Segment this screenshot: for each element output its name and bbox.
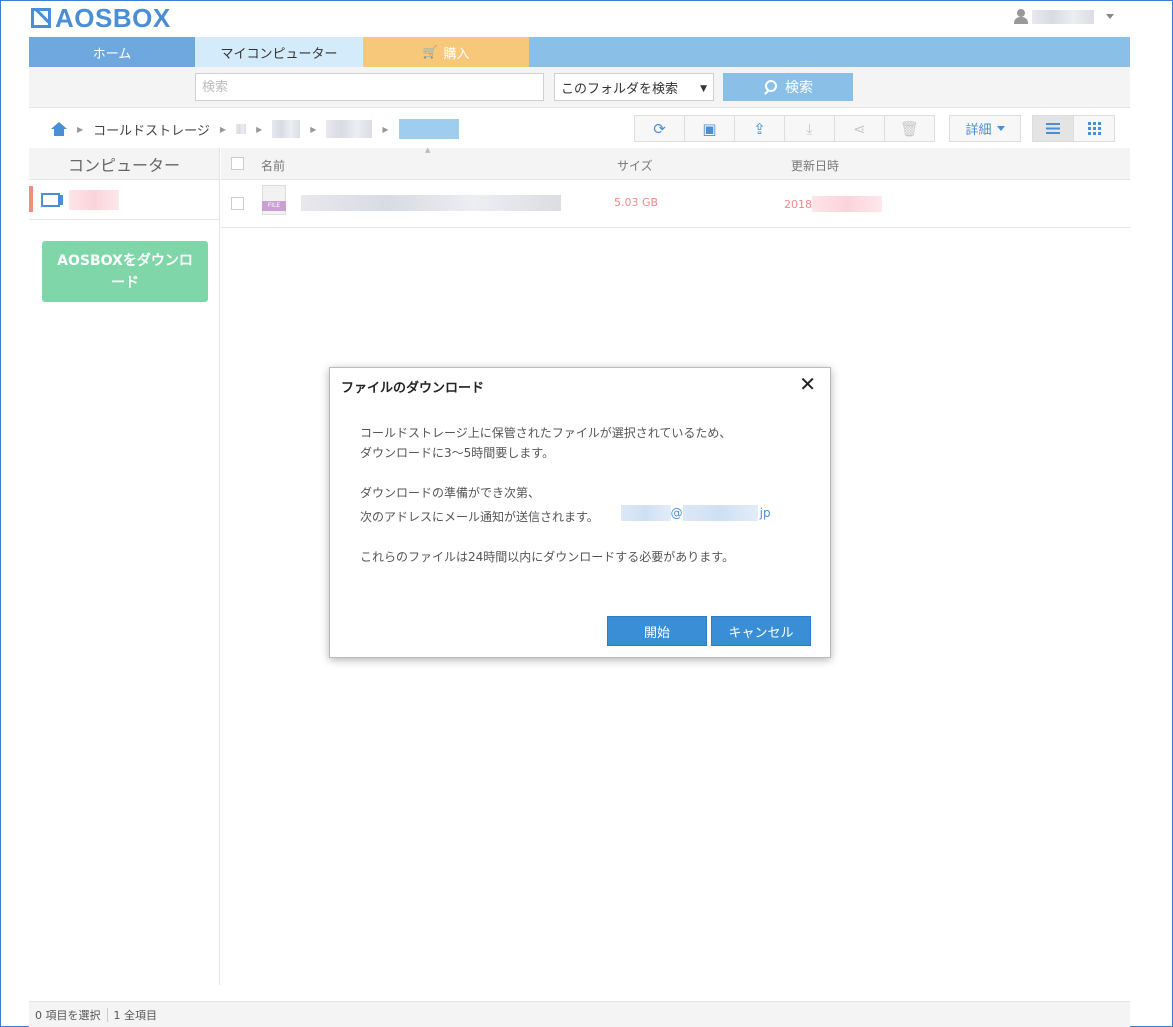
chevron-down-icon: [1106, 14, 1114, 19]
search-scope-select[interactable]: このフォルダを検索 ▼: [554, 73, 714, 101]
notification-email: @ jp: [620, 503, 771, 523]
breadcrumb-item-redacted[interactable]: [326, 120, 373, 138]
dialog-line-1: コールドストレージ上に保管されたファイルが選択されているため、: [360, 426, 732, 440]
delete-button[interactable]: 🗑: [884, 115, 935, 142]
trash-icon: 🗑: [899, 119, 920, 138]
sidebar-item-computer[interactable]: [29, 180, 219, 220]
download-dialog: ファイルのダウンロード ✕ コールドストレージ上に保管されたファイルが選択されて…: [329, 367, 831, 658]
dialog-line-3: ダウンロードの準備ができ次第、: [360, 486, 541, 500]
breadcrumb-current-folder: [398, 119, 459, 139]
email-at: @: [670, 506, 683, 520]
refresh-icon: ⟳: [653, 119, 666, 138]
column-header-name[interactable]: 名前: [261, 157, 285, 174]
table-row[interactable]: FILE 5.03 GB 2018: [221, 181, 1130, 228]
detail-dropdown[interactable]: 詳細: [949, 115, 1021, 142]
grid-view-icon: [1087, 122, 1101, 135]
dialog-line-5: これらのファイルは24時間以内にダウンロードする必要があります。: [360, 550, 735, 564]
column-header-date[interactable]: 更新日時: [791, 157, 839, 174]
new-folder-icon: ▣: [702, 119, 717, 138]
dialog-title: ファイルのダウンロード: [341, 381, 485, 396]
file-date-redacted: [812, 196, 882, 212]
status-bar: 0 項目を選択 1 全項目: [29, 1001, 1130, 1027]
cancel-button[interactable]: キャンセル: [711, 616, 811, 646]
list-view-button[interactable]: [1032, 115, 1074, 142]
share-button[interactable]: ⋖: [834, 115, 885, 142]
user-name-redacted: [1032, 9, 1094, 24]
breadcrumb-separator-icon: ▶: [310, 124, 317, 134]
home-icon[interactable]: [51, 122, 67, 136]
computer-name-redacted: [69, 189, 119, 210]
start-button[interactable]: 開始: [607, 616, 707, 646]
list-view-icon: [1046, 123, 1060, 134]
column-header-size[interactable]: サイズ: [617, 157, 653, 174]
breadcrumb: ▶ コールドストレージ ▶ ▶ ▶ ▶: [51, 118, 459, 140]
file-list-header: ▲ 名前 サイズ 更新日時: [221, 146, 1130, 180]
sort-asc-icon: ▲: [425, 146, 431, 154]
breadcrumb-separator-icon: ▶: [256, 124, 263, 134]
download-aosbox-button[interactable]: AOSBOXをダウンロード: [42, 241, 208, 302]
total-count: 1 全項目: [113, 1008, 158, 1022]
detail-label: 詳細: [965, 123, 992, 138]
search-button[interactable]: 検索: [723, 73, 853, 101]
chevron-down-icon: [996, 126, 1005, 131]
email-local-redacted: [620, 505, 671, 521]
tab-home[interactable]: ホーム: [29, 37, 195, 67]
file-size: 5.03 GB: [614, 196, 659, 209]
breadcrumb-separator-icon: ▶: [219, 124, 227, 134]
computer-icon: [41, 192, 63, 208]
refresh-button[interactable]: ⟳: [634, 115, 685, 142]
dialog-line-2: ダウンロードに3〜5時間要します。: [360, 446, 555, 460]
file-icon: FILE: [262, 185, 286, 215]
breadcrumb-item-redacted[interactable]: [236, 124, 247, 134]
logo-mark-icon: [31, 8, 51, 28]
search-scope-value: このフォルダを検索: [561, 81, 679, 97]
download-icon: ⤓: [806, 119, 813, 138]
sidebar: コンピューター AOSBOXをダウンロード: [29, 148, 220, 985]
breadcrumb-item-redacted[interactable]: [272, 120, 301, 138]
share-icon: ⋖: [853, 119, 866, 138]
search-button-label: 検索: [785, 80, 813, 96]
file-date: 2018: [784, 196, 882, 212]
dialog-body: コールドストレージ上に保管されたファイルが選択されているため、 ダウンロードに3…: [360, 423, 771, 587]
search-icon: [763, 80, 777, 94]
tab-buy-label: 購入: [443, 46, 470, 62]
file-toolbar: ⟳ ▣ ⇪ ⤓ ⋖ 🗑: [634, 115, 935, 142]
search-bar: このフォルダを検索 ▼ 検索: [29, 67, 1130, 108]
upload-icon: ⇪: [753, 119, 766, 138]
cart-icon: 🛒: [422, 45, 438, 59]
dropdown-arrow-icon: ▼: [700, 84, 707, 94]
user-icon: [1014, 9, 1028, 24]
tab-my-computer[interactable]: マイコンピューター: [195, 37, 363, 67]
upload-button[interactable]: ⇪: [734, 115, 785, 142]
email-domain-redacted: [682, 505, 758, 521]
dialog-line-4: 次のアドレスにメール通知が送信されます。: [360, 510, 599, 524]
search-input[interactable]: [195, 73, 544, 101]
file-name-redacted[interactable]: [301, 195, 561, 211]
select-all-checkbox[interactable]: [231, 157, 244, 170]
close-icon[interactable]: ✕: [799, 372, 816, 396]
main-nav: ホーム マイコンピューター 🛒 購入: [29, 37, 1130, 67]
sidebar-heading: コンピューター: [29, 148, 219, 180]
tab-buy[interactable]: 🛒 購入: [363, 37, 529, 67]
aosbox-logo[interactable]: AOSBOX: [31, 3, 171, 33]
file-date-year: 2018: [784, 197, 812, 211]
new-folder-button[interactable]: ▣: [684, 115, 735, 142]
breadcrumb-separator-icon: ▶: [77, 124, 84, 134]
user-menu[interactable]: [1014, 9, 1114, 24]
logo-text: AOSBOX: [55, 3, 171, 33]
email-tld: jp: [759, 506, 771, 520]
breadcrumb-item-cold-storage[interactable]: コールドストレージ: [93, 120, 210, 139]
row-checkbox[interactable]: [231, 197, 244, 210]
breadcrumb-separator-icon: ▶: [382, 124, 389, 134]
grid-view-button[interactable]: [1073, 115, 1115, 142]
download-button[interactable]: ⤓: [784, 115, 835, 142]
file-icon-label: FILE: [262, 201, 286, 211]
selected-count: 0 項目を選択: [35, 1008, 101, 1022]
